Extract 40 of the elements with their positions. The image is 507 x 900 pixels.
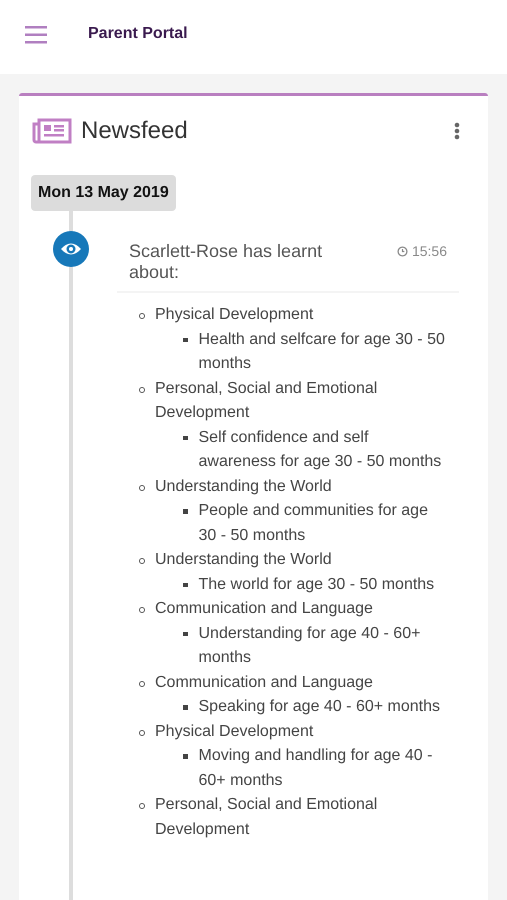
bullet-icon [183, 509, 188, 514]
subtopic-text: Health and selfcare for age 30 - 50 months [198, 330, 446, 374]
topic-text: Communication and Language [155, 599, 374, 619]
bullet-icon [139, 607, 145, 613]
topic-text: Communication and Language [155, 672, 374, 692]
bullet-icon [183, 632, 188, 636]
subtopic-text: Speaking for age 40 - 60+ months [198, 697, 441, 717]
newspaper-icon [32, 118, 72, 144]
entry-text: Scarlett-Rose has learnt about: [129, 241, 324, 283]
time-text: 15:56 [412, 243, 447, 259]
bullet-icon [183, 705, 188, 710]
date-label: Mon 13 May 2019 [31, 175, 176, 211]
topic-text: Personal, Social and Emotional Development [155, 378, 378, 423]
topic-text: Understanding the World [155, 550, 333, 570]
topic-text: Physical Development [155, 722, 314, 742]
bullet-icon [139, 484, 145, 490]
eye-icon [52, 230, 90, 268]
bullet-icon [183, 436, 188, 440]
bullet-icon [183, 338, 188, 342]
subtopic-text: The world for age 30 - 50 months [198, 574, 436, 594]
clock-icon [396, 246, 408, 256]
bullet-icon [139, 558, 145, 564]
topic-text: Personal, Social and Emotional Development [155, 795, 378, 840]
card-title: Newsfeed [81, 117, 189, 145]
bullet-icon [183, 582, 188, 587]
bullet-icon [139, 680, 145, 686]
bullet-icon [139, 313, 145, 319]
menu-icon[interactable] [25, 26, 47, 44]
subtopic-text: Moving and handling for age 40 - 60+ months [198, 746, 434, 790]
subtopic-text: Understanding for age 40 - 60+ months [198, 624, 422, 668]
bullet-icon [139, 386, 145, 392]
subtopic-text: People and communities for age 30 - 50 months [198, 501, 429, 546]
more-options-icon[interactable] [454, 122, 460, 140]
bullet-icon [139, 730, 145, 736]
bullet-icon [139, 803, 145, 809]
topic-text: Understanding the World [155, 476, 333, 496]
topic-text: Physical Development [155, 305, 314, 325]
app-title: Parent Portal [88, 25, 188, 43]
bullet-icon [183, 754, 188, 758]
subtopic-text: Self confidence and self awareness for age 30 - 50 months [198, 428, 442, 472]
